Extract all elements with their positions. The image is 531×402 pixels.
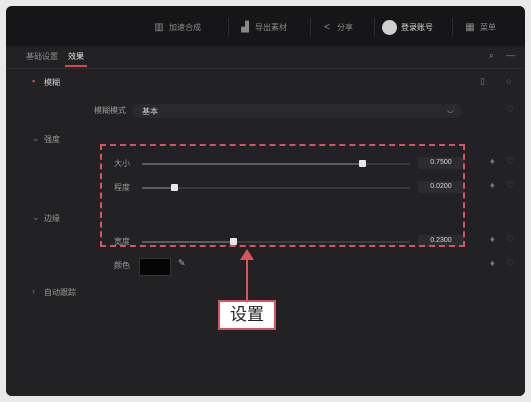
divider xyxy=(228,18,229,36)
collapse-icon[interactable]: ⌄ xyxy=(32,212,40,223)
grid-icon: ▦ xyxy=(465,21,475,33)
eyedropper-icon[interactable]: ✎ xyxy=(178,258,186,269)
expand-icon[interactable]: › xyxy=(32,286,35,296)
color-label: 颜色 xyxy=(114,261,130,270)
mode-label: 模糊模式 xyxy=(94,106,126,115)
active-tab-indicator xyxy=(65,65,87,67)
keyframe-icon[interactable]: ♡ xyxy=(506,104,514,115)
section-edge: 边缘 xyxy=(44,214,60,223)
share-icon: < xyxy=(324,21,330,33)
more-icon[interactable]: — xyxy=(506,50,515,61)
keyframe-icon[interactable]: ♡ xyxy=(506,258,514,269)
toolbar-label: 登录账号 xyxy=(401,22,433,32)
toolbar-label: 加速合成 xyxy=(169,22,201,32)
mode-dropdown[interactable]: 基本 ◡ xyxy=(132,104,462,118)
image-icon: ▥ xyxy=(154,21,164,33)
tab-tools: ⌕ — xyxy=(489,50,515,61)
keyframe-icon[interactable]: ♡ xyxy=(506,156,514,167)
section-auto-track: 自动跟踪 xyxy=(44,288,76,297)
panel-tabs: 基础设置 效果 ⌕ — xyxy=(6,46,525,69)
keyframe-icon[interactable]: ♡ xyxy=(506,180,514,191)
toolbar-item-menu[interactable]: ▦ 菜单 xyxy=(464,19,496,35)
add-keyframe-icon[interactable]: ♦ xyxy=(490,258,495,268)
effect-name: 模糊 xyxy=(44,78,60,87)
toolbar-label: 导出素材 xyxy=(255,22,287,32)
tab-basic[interactable]: 基础设置 xyxy=(26,51,58,62)
settings-highlight-box xyxy=(100,144,465,247)
reset-icon[interactable]: ▯ xyxy=(480,76,485,87)
divider xyxy=(374,18,375,36)
effect-toggle-icon[interactable]: ▪ xyxy=(32,76,35,86)
section-intensity: 强度 xyxy=(44,135,60,144)
chart-icon: ▟ xyxy=(241,21,249,33)
add-keyframe-icon[interactable]: ♦ xyxy=(490,180,495,190)
keyframe-icon[interactable]: ♡ xyxy=(506,234,514,245)
toolbar-item-account[interactable]: 登录账号 xyxy=(382,19,433,35)
top-toolbar: ▥ 加速合成 ▟ 导出素材 < 分享 登录账号 ▦ 菜单 xyxy=(6,6,525,46)
chevron-down-icon: ◡ xyxy=(447,105,454,114)
toolbar-item-render[interactable]: ▥ 加速合成 xyxy=(153,19,201,35)
toolbar-label: 分享 xyxy=(337,22,353,32)
toolbar-label: 菜单 xyxy=(480,22,496,32)
divider xyxy=(452,18,453,36)
tab-effects[interactable]: 效果 xyxy=(68,51,84,62)
avatar-icon xyxy=(382,19,397,35)
add-keyframe-icon[interactable]: ♦ xyxy=(490,234,495,244)
collapse-icon[interactable]: ⌄ xyxy=(32,133,40,144)
search-icon[interactable]: ⌕ xyxy=(489,50,494,61)
color-swatch[interactable] xyxy=(139,258,171,276)
toolbar-item-share[interactable]: < 分享 xyxy=(321,19,353,35)
divider xyxy=(310,18,311,36)
toolbar-item-export[interactable]: ▟ 导出素材 xyxy=(239,19,287,35)
callout-arrow-line xyxy=(246,258,248,300)
mode-value: 基本 xyxy=(142,107,158,116)
settings-icon[interactable]: ○ xyxy=(506,76,511,86)
add-keyframe-icon[interactable]: ♦ xyxy=(490,156,495,166)
callout-label: 设置 xyxy=(218,300,276,330)
